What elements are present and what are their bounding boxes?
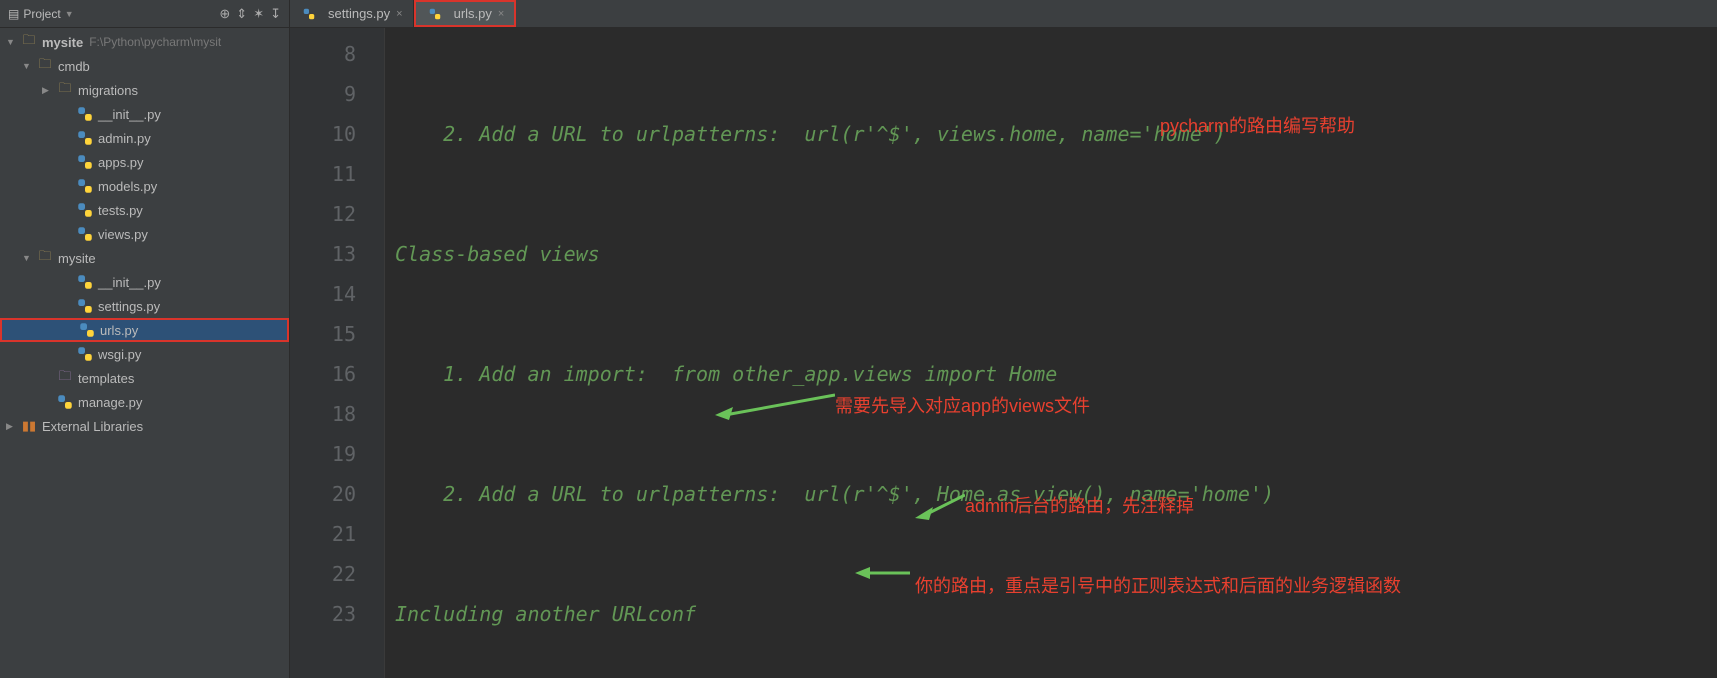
sidebar-header: ▤ Project ▼ ⊕ ⇕ ✶ ↧ bbox=[0, 0, 289, 28]
collapse-icon[interactable]: ⊕ bbox=[219, 6, 230, 22]
package-icon: 🗀 bbox=[36, 247, 54, 269]
tree-file-views[interactable]: views.py bbox=[0, 222, 289, 246]
tab-label: urls.py bbox=[454, 6, 492, 21]
tree-external-libraries[interactable]: ▶ ▮▮ External Libraries bbox=[0, 414, 289, 438]
chevron-down-icon[interactable]: ▼ bbox=[6, 37, 20, 47]
code-editor[interactable]: 8 9 10 11 12 13 14 15 16 18 19 20 21 22 … bbox=[290, 28, 1717, 678]
annotation-pycharm-help: pycharm的路由编写帮助 bbox=[1160, 106, 1355, 146]
python-file-icon bbox=[426, 7, 444, 21]
scroll-icon[interactable]: ⇕ bbox=[236, 6, 247, 22]
project-tree[interactable]: ▼ 🗀 mysite F:\Python\pycharm\mysit ▼ 🗀 c… bbox=[0, 28, 289, 440]
chevron-right-icon[interactable]: ▶ bbox=[42, 85, 56, 96]
project-sidebar: ▤ Project ▼ ⊕ ⇕ ✶ ↧ ▼ 🗀 mysite F:\Python… bbox=[0, 0, 290, 678]
close-icon[interactable]: × bbox=[498, 8, 504, 20]
dropdown-chevron-icon[interactable]: ▼ bbox=[65, 9, 74, 19]
chevron-down-icon[interactable]: ▼ bbox=[22, 61, 36, 71]
tree-mysite-folder[interactable]: ▼ 🗀 mysite bbox=[0, 246, 289, 270]
tree-file-tests[interactable]: tests.py bbox=[0, 198, 289, 222]
tree-file-models[interactable]: models.py bbox=[0, 174, 289, 198]
editor-tabs: settings.py × urls.py × bbox=[290, 0, 1717, 28]
python-file-icon bbox=[76, 225, 94, 243]
close-icon[interactable]: × bbox=[396, 8, 402, 20]
tree-file-wsgi[interactable]: wsgi.py bbox=[0, 342, 289, 366]
python-file-icon bbox=[300, 7, 318, 21]
python-file-icon bbox=[76, 297, 94, 315]
tab-label: settings.py bbox=[328, 6, 390, 21]
python-file-icon bbox=[76, 177, 94, 195]
arrow-icon bbox=[855, 563, 910, 583]
hide-icon[interactable]: ↧ bbox=[270, 6, 281, 22]
tree-file-mysite-init[interactable]: __init__.py bbox=[0, 270, 289, 294]
tree-file-init[interactable]: __init__.py bbox=[0, 102, 289, 126]
line-number-gutter: 8 9 10 11 12 13 14 15 16 18 19 20 21 22 … bbox=[290, 28, 385, 678]
chevron-right-icon[interactable]: ▶ bbox=[6, 421, 20, 432]
python-file-icon bbox=[76, 345, 94, 363]
folder-icon: 🗀 bbox=[20, 31, 38, 53]
annotation-import-views: 需要先导入对应app的views文件 bbox=[835, 386, 1090, 426]
tree-file-apps[interactable]: apps.py bbox=[0, 150, 289, 174]
python-file-icon bbox=[76, 153, 94, 171]
project-icon: ▤ bbox=[8, 7, 19, 21]
folder-icon: 🗀 bbox=[56, 367, 74, 389]
code-content[interactable]: 2. Add a URL to urlpatterns: url(r'^$', … bbox=[385, 28, 1717, 678]
tree-file-manage[interactable]: manage.py bbox=[0, 390, 289, 414]
editor-area: settings.py × urls.py × 8 9 10 11 12 13 … bbox=[290, 0, 1717, 678]
gear-icon[interactable]: ✶ bbox=[253, 6, 264, 22]
tree-cmdb[interactable]: ▼ 🗀 cmdb bbox=[0, 54, 289, 78]
arrow-icon bbox=[715, 390, 835, 420]
python-file-icon bbox=[56, 393, 74, 411]
python-file-icon bbox=[76, 273, 94, 291]
library-icon: ▮▮ bbox=[20, 418, 38, 434]
chevron-down-icon[interactable]: ▼ bbox=[22, 253, 36, 263]
tree-templates[interactable]: 🗀 templates bbox=[0, 366, 289, 390]
tab-urls[interactable]: urls.py × bbox=[414, 0, 517, 27]
sidebar-title-label: Project bbox=[23, 7, 60, 21]
tree-file-settings[interactable]: settings.py bbox=[0, 294, 289, 318]
package-icon: 🗀 bbox=[36, 55, 54, 77]
python-file-icon bbox=[76, 201, 94, 219]
tree-file-admin[interactable]: admin.py bbox=[0, 126, 289, 150]
annotation-your-route: 你的路由，重点是引号中的正则表达式和后面的业务逻辑函数 bbox=[915, 566, 1401, 606]
tree-root[interactable]: ▼ 🗀 mysite F:\Python\pycharm\mysit bbox=[0, 30, 289, 54]
package-icon: 🗀 bbox=[56, 79, 74, 101]
python-file-icon bbox=[76, 105, 94, 123]
python-file-icon bbox=[76, 129, 94, 147]
python-file-icon bbox=[78, 321, 96, 339]
tree-migrations[interactable]: ▶ 🗀 migrations bbox=[0, 78, 289, 102]
tab-settings[interactable]: settings.py × bbox=[290, 0, 414, 27]
tree-file-urls[interactable]: urls.py bbox=[0, 318, 289, 342]
annotation-admin-route: admin后台的路由，先注释掉 bbox=[965, 486, 1194, 526]
